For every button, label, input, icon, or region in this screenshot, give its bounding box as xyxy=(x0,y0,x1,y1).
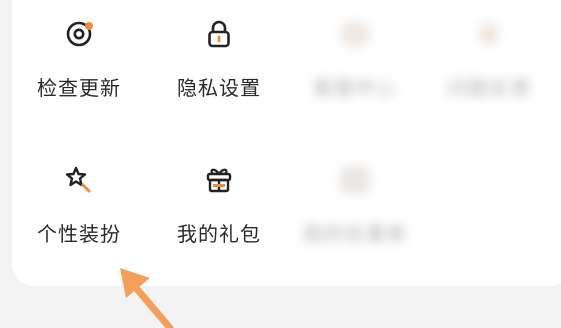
feedback-label: 问题反馈 xyxy=(447,76,531,100)
privacy-settings-button[interactable]: 隐私设置 xyxy=(154,14,284,124)
my-coupons-label: 我的优惠券 xyxy=(302,222,408,246)
check-update-button[interactable]: 检查更新 xyxy=(14,14,144,124)
check-update-label: 检查更新 xyxy=(37,76,121,100)
customer-service-label: 客服中心 xyxy=(313,76,397,100)
lock-icon xyxy=(199,14,239,54)
feedback-icon xyxy=(469,14,509,54)
pointer-arrow-icon xyxy=(120,268,174,328)
gift-icon xyxy=(199,160,239,200)
personal-decoration-label: 个性装扮 xyxy=(37,222,121,246)
feedback-button[interactable]: 问题反馈 xyxy=(424,14,554,124)
customer-service-button[interactable]: 客服中心 xyxy=(290,14,420,124)
customer-service-icon xyxy=(335,14,375,54)
privacy-settings-label: 隐私设置 xyxy=(177,76,261,100)
check-update-icon xyxy=(59,14,99,54)
coupon-icon xyxy=(335,160,375,200)
my-gift-pack-button[interactable]: 我的礼包 xyxy=(154,160,284,270)
sparkle-wand-icon xyxy=(59,160,99,200)
my-gift-pack-label: 我的礼包 xyxy=(177,222,261,246)
settings-page: 检查更新 隐私设置 客服中心 问题反馈 个性装扮 我的礼包 我的优惠券 xyxy=(0,0,561,328)
my-coupons-button[interactable]: 我的优惠券 xyxy=(290,160,420,270)
personal-decoration-button[interactable]: 个性装扮 xyxy=(14,160,144,270)
